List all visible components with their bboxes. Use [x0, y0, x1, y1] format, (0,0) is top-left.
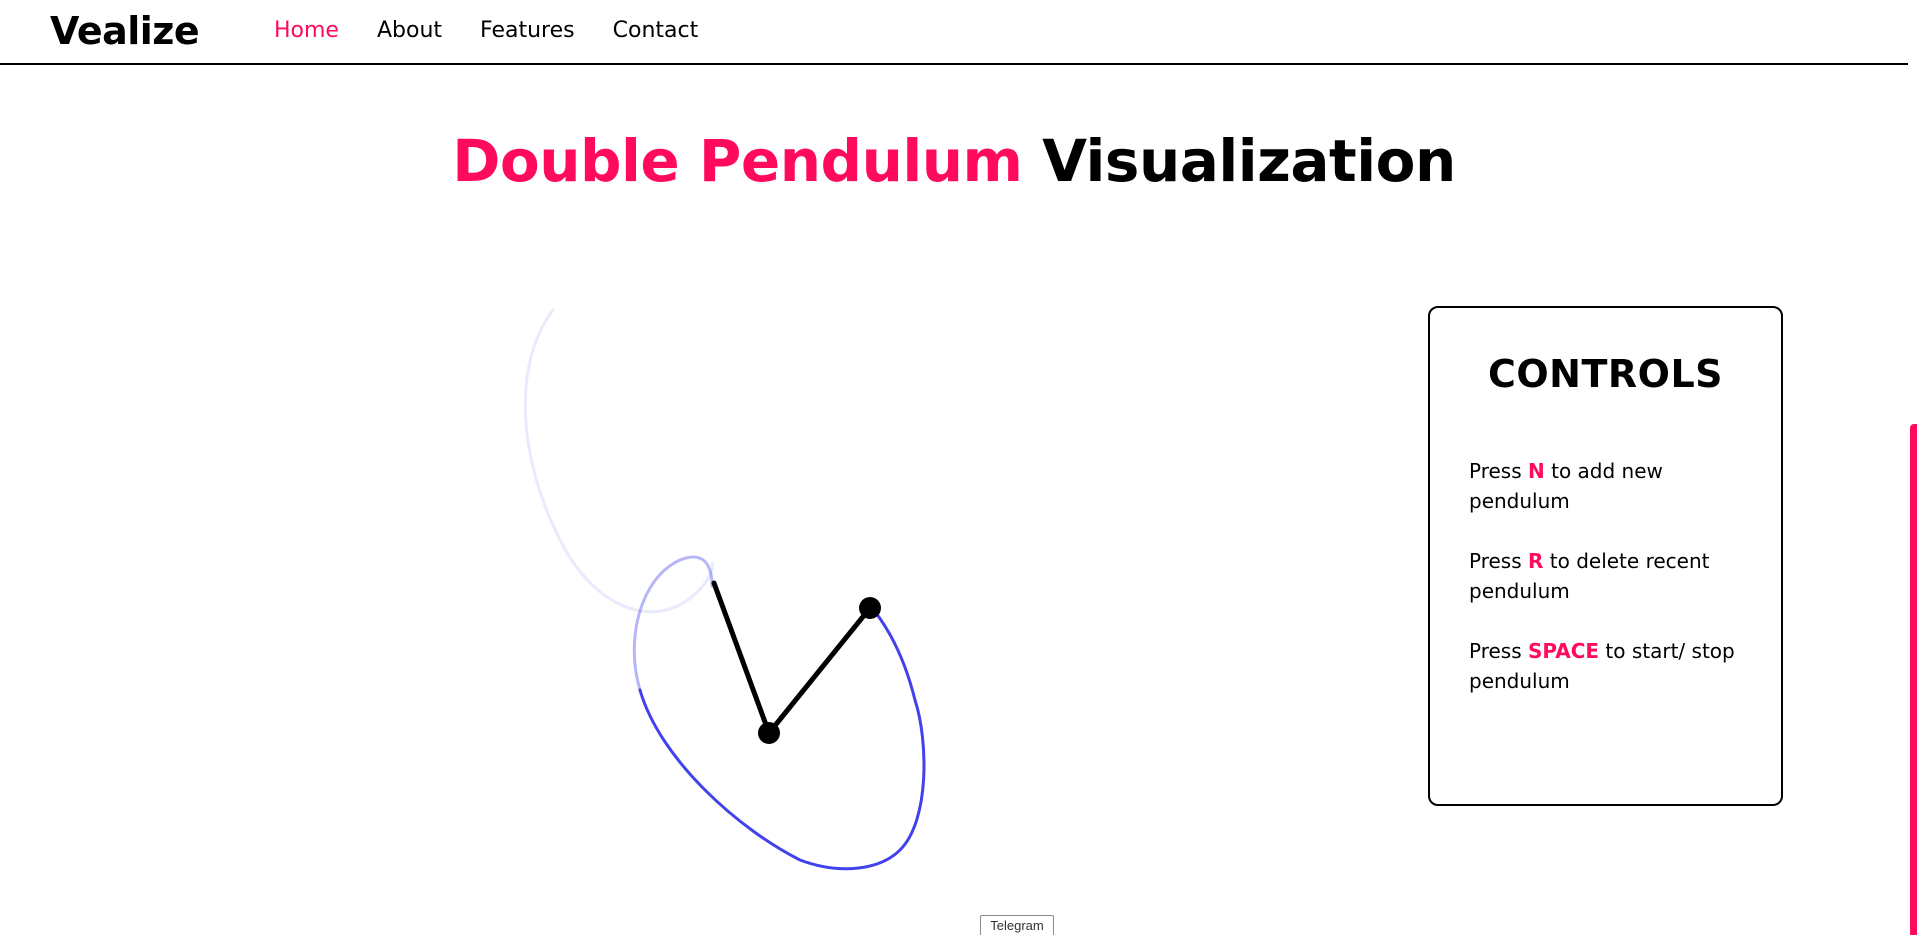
scrollbar-thumb[interactable]	[1910, 424, 1917, 935]
nav-link-about[interactable]: About	[377, 18, 442, 43]
control-prefix: Press	[1469, 549, 1528, 573]
pendulum-bob-lower	[859, 597, 881, 619]
control-prefix: Press	[1469, 639, 1528, 663]
pendulum-trail-old	[523, 308, 714, 614]
page-root: Vealize Home About Features Contact Doub…	[0, 0, 1917, 935]
pendulum-rod-lower	[766, 605, 873, 736]
pendulum-canvas[interactable]	[0, 66, 1300, 935]
pendulum-trail-recent	[638, 606, 926, 871]
controls-title: CONTROLS	[1487, 352, 1724, 396]
control-item-add: Press N to add new pendulum	[1469, 456, 1759, 516]
telegram-badge[interactable]: Telegram	[980, 915, 1054, 935]
pendulum-bob-upper	[758, 722, 780, 744]
control-item-delete: Press R to delete recent pendulum	[1469, 546, 1759, 606]
control-key-n: N	[1528, 459, 1545, 483]
navbar: Vealize Home About Features Contact	[0, 0, 1908, 65]
control-key-r: R	[1528, 549, 1544, 573]
nav-link-features[interactable]: Features	[480, 18, 575, 43]
control-key-space: SPACE	[1528, 639, 1600, 663]
nav-link-contact[interactable]: Contact	[613, 18, 699, 43]
control-prefix: Press	[1469, 459, 1528, 483]
pendulum-rod-upper	[711, 580, 772, 736]
pendulum-trail-mid	[632, 555, 714, 692]
controls-panel: CONTROLS Press N to add new pendulum Pre…	[1428, 306, 1783, 806]
nav-links: Home About Features Contact	[274, 18, 698, 43]
brand-logo[interactable]: Vealize	[50, 9, 200, 53]
control-item-toggle: Press SPACE to start/ stop pendulum	[1469, 636, 1759, 696]
nav-link-home[interactable]: Home	[274, 18, 339, 43]
